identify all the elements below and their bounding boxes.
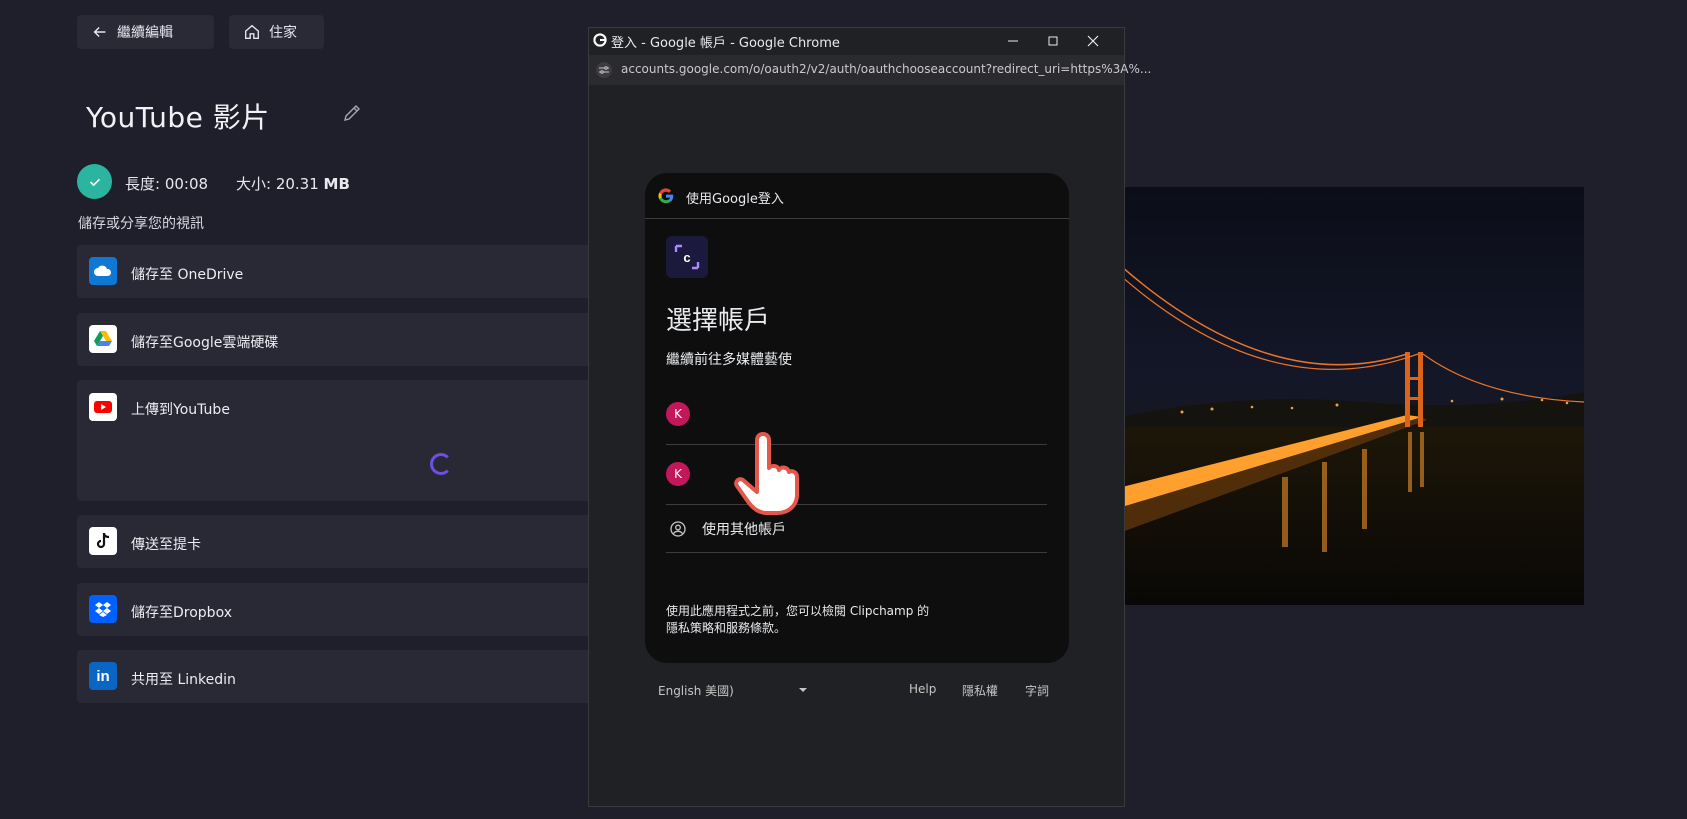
clipchamp-logo-icon: c xyxy=(666,236,708,278)
privacy-disclaimer: 使用此應用程式之前，您可以檢閱 Clipchamp 的 隱私策略和服務條款。 xyxy=(666,603,929,637)
back-to-edit-label: 繼續編輯 xyxy=(117,25,173,41)
tiktok-icon xyxy=(89,527,117,555)
video-title: YouTube 影片 xyxy=(86,101,270,134)
back-to-edit-button[interactable]: 繼續編輯 xyxy=(77,15,214,49)
video-preview-image xyxy=(1122,187,1584,605)
google-signin-card: 使用Google登入 c 選擇帳戶 繼續前往多媒體藝使 K K 使用其他帳戶 使… xyxy=(645,173,1069,663)
account-circle-icon xyxy=(670,521,686,537)
onedrive-icon xyxy=(89,257,117,285)
send-to-tiktok-button[interactable]: 傳送至提卡 xyxy=(77,515,597,568)
home-button[interactable]: 住家 xyxy=(229,15,324,49)
hand-pointer-icon xyxy=(734,432,799,515)
size-text: 大小: 20.31 MB xyxy=(236,173,350,194)
duration-text: 長度: 00:08 xyxy=(125,175,209,193)
use-another-account-label: 使用其他帳戶 xyxy=(702,522,786,538)
share-to-linkedin-button[interactable]: in 共用至 Linkedin xyxy=(77,650,597,703)
choose-account-heading: 選擇帳戶 xyxy=(666,306,771,336)
privacy-link[interactable]: 隱私權 xyxy=(962,682,998,699)
svg-text:c: c xyxy=(683,250,690,265)
signin-header-text: 使用Google登入 xyxy=(686,192,784,207)
row-label: 儲存至 OneDrive xyxy=(131,267,244,283)
chevron-down-icon[interactable] xyxy=(798,687,808,693)
minimize-icon[interactable] xyxy=(1007,35,1019,47)
disclaimer-line: 使用此應用程式之前，您可以檢閱 Clipchamp 的 xyxy=(666,604,930,618)
row-label: 儲存至Google雲端硬碟 xyxy=(131,335,279,351)
home-label: 住家 xyxy=(269,25,297,41)
help-link[interactable]: Help xyxy=(909,682,936,696)
url-text: accounts.google.com/o/oauth2/v2/auth/oau… xyxy=(621,62,1152,76)
account-option[interactable]: K xyxy=(666,386,1047,445)
row-label: 儲存至Dropbox xyxy=(131,605,232,621)
window-title: 登入 - Google 帳戶 - Google Chrome xyxy=(611,36,840,51)
arrow-left-icon xyxy=(93,26,106,38)
avatar: K xyxy=(666,402,690,426)
avatar: K xyxy=(666,462,690,486)
share-heading: 儲存或分享您的視訊 xyxy=(78,216,204,232)
language-label: English 美國) xyxy=(658,684,734,698)
signin-header: 使用Google登入 xyxy=(645,173,1069,219)
size-unit: MB xyxy=(323,175,350,193)
address-bar[interactable]: accounts.google.com/o/oauth2/v2/auth/oau… xyxy=(589,55,1151,85)
pencil-edit-icon[interactable] xyxy=(342,103,362,123)
continue-to-text: 繼續前往多媒體藝使 xyxy=(666,352,792,368)
loading-spinner-icon xyxy=(430,453,452,475)
save-to-google-drive-button[interactable]: 儲存至Google雲端硬碟 xyxy=(77,313,597,366)
use-another-account-option[interactable]: 使用其他帳戶 xyxy=(666,505,1047,553)
account-option[interactable]: K xyxy=(666,446,1047,505)
google-drive-icon xyxy=(89,325,117,353)
size-value: 大小: 20.31 xyxy=(236,175,319,193)
terms-link[interactable]: 字詞 xyxy=(1025,682,1049,699)
home-icon xyxy=(245,24,259,39)
google-g-icon xyxy=(593,33,607,47)
language-select[interactable]: English 美國) xyxy=(658,682,734,699)
google-logo-icon xyxy=(658,188,674,204)
upload-to-youtube-panel[interactable]: 上傳到YouTube xyxy=(77,380,597,501)
window-titlebar[interactable]: 登入 - Google 帳戶 - Google Chrome xyxy=(589,28,1124,54)
save-to-onedrive-button[interactable]: 儲存至 OneDrive xyxy=(77,245,597,298)
save-to-dropbox-button[interactable]: 儲存至Dropbox xyxy=(77,583,597,636)
row-label: 傳送至提卡 xyxy=(131,537,201,553)
site-settings-icon[interactable] xyxy=(595,61,613,79)
dropbox-icon xyxy=(89,595,117,623)
row-label: 上傳到YouTube xyxy=(131,402,230,418)
linkedin-icon: in xyxy=(89,662,117,690)
chrome-signin-window[interactable]: 登入 - Google 帳戶 - Google Chrome accounts.… xyxy=(588,27,1151,807)
close-icon[interactable] xyxy=(1087,35,1099,47)
youtube-icon xyxy=(89,393,117,421)
check-circle-icon xyxy=(77,164,112,199)
maximize-icon[interactable] xyxy=(1047,35,1059,47)
row-label: 共用至 Linkedin xyxy=(131,672,236,688)
disclaimer-line[interactable]: 隱私策略和服務條款。 xyxy=(666,620,929,637)
